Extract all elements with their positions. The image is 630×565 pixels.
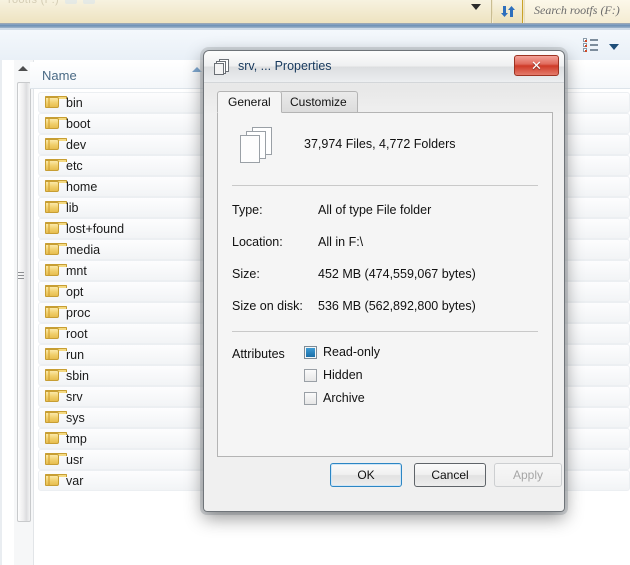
list-item-label: proc xyxy=(66,306,90,320)
multiple-files-icon xyxy=(214,59,230,75)
list-view-icon[interactable] xyxy=(583,38,599,53)
list-item-label: tmp xyxy=(66,432,87,446)
close-button[interactable]: ✕ xyxy=(514,55,559,76)
column-header-label: Name xyxy=(42,68,77,83)
window-left-gutter xyxy=(0,60,14,565)
properties-dialog: srv, ... Properties ✕ General Customize … xyxy=(203,50,565,512)
list-item-label: bin xyxy=(66,96,83,110)
folder-icon xyxy=(45,180,59,193)
cancel-button[interactable]: Cancel xyxy=(414,463,486,487)
search-input[interactable]: Search rootfs (F:) xyxy=(524,0,630,23)
address-bar-text: rootfs (F:) xyxy=(8,0,98,6)
folder-icon xyxy=(45,117,59,130)
folder-icon xyxy=(45,348,59,361)
general-tab-panel: 37,974 Files, 4,772 Folders Type: All of… xyxy=(217,112,553,457)
divider-bottom xyxy=(232,331,538,332)
folder-icon xyxy=(45,96,59,109)
dialog-title: srv, ... Properties xyxy=(238,59,332,73)
list-item-label: srv xyxy=(66,390,83,404)
folder-icon xyxy=(45,474,59,487)
list-item-label: media xyxy=(66,243,100,257)
list-item-label: run xyxy=(66,348,84,362)
summary-section: 37,974 Files, 4,772 Folders xyxy=(232,123,538,177)
list-item-label: usr xyxy=(66,453,83,467)
list-item-label: etc xyxy=(66,159,83,173)
list-item-label: home xyxy=(66,180,97,194)
attributes-label: Attributes xyxy=(232,347,285,361)
tab-general[interactable]: General xyxy=(217,91,282,113)
sort-ascending-icon xyxy=(192,67,202,72)
list-item-label: dev xyxy=(66,138,86,152)
scroll-up-arrow-icon[interactable] xyxy=(18,66,28,71)
folder-icon xyxy=(45,432,59,445)
dialog-tabs: General Customize xyxy=(217,91,553,113)
folder-icon xyxy=(45,264,59,277)
folder-icon xyxy=(45,201,59,214)
folder-icon xyxy=(45,159,59,172)
refresh-button[interactable] xyxy=(493,0,523,23)
property-key: Size: xyxy=(232,267,260,281)
address-bar-strip: rootfs (F:) Search rootfs (F:) xyxy=(0,0,630,24)
window-left-border xyxy=(0,60,2,565)
folder-icon xyxy=(45,327,59,340)
folder-icon xyxy=(45,306,59,319)
list-item-label: mnt xyxy=(66,264,87,278)
folder-icon xyxy=(45,243,59,256)
file-folder-count: 37,974 Files, 4,772 Folders xyxy=(304,137,455,151)
checkbox-indicator[interactable] xyxy=(304,346,317,359)
list-item-label: boot xyxy=(66,117,90,131)
view-options-chevron-down-icon[interactable] xyxy=(609,44,619,50)
search-placeholder: Search rootfs (F:) xyxy=(534,3,620,18)
checkbox-indicator[interactable] xyxy=(304,392,317,405)
tab-customize[interactable]: Customize xyxy=(279,91,358,113)
apply-button: Apply xyxy=(494,463,562,487)
scrollbar-thumb[interactable] xyxy=(17,82,31,522)
folder-icon xyxy=(45,453,59,466)
property-value: All of type File folder xyxy=(318,203,431,217)
property-value: 452 MB (474,559,067 bytes) xyxy=(318,267,476,281)
checkbox-label: Hidden xyxy=(323,368,363,382)
list-item-label: lib xyxy=(66,201,79,215)
property-key: Type: xyxy=(232,203,263,217)
checkbox-indicator[interactable] xyxy=(304,369,317,382)
folder-icon xyxy=(45,285,59,298)
folder-icon xyxy=(45,390,59,403)
list-item-label: var xyxy=(66,474,83,488)
multiple-files-icon xyxy=(240,127,274,165)
property-key: Size on disk: xyxy=(232,299,303,313)
folder-icon xyxy=(45,369,59,382)
property-key: Location: xyxy=(232,235,283,249)
list-item-label: opt xyxy=(66,285,83,299)
folder-icon xyxy=(45,222,59,235)
checkbox-label: Archive xyxy=(323,391,365,405)
ok-button[interactable]: OK xyxy=(330,463,402,487)
chevron-down-icon[interactable] xyxy=(471,4,481,10)
address-bar[interactable]: rootfs (F:) xyxy=(0,0,492,23)
list-item-label: sys xyxy=(66,411,85,425)
list-item-label: root xyxy=(66,327,88,341)
refresh-icon xyxy=(500,4,516,19)
property-value: All in F:\ xyxy=(318,235,363,249)
list-item-label: lost+found xyxy=(66,222,124,236)
scrollbar-grip-icon xyxy=(18,272,24,279)
folder-icon xyxy=(45,138,59,151)
list-item-label: sbin xyxy=(66,369,89,383)
vertical-scrollbar[interactable] xyxy=(14,60,34,565)
close-icon: ✕ xyxy=(515,56,558,75)
dialog-titlebar[interactable]: srv, ... Properties ✕ xyxy=(204,51,564,83)
property-value: 536 MB (562,892,800 bytes) xyxy=(318,299,476,313)
divider-top xyxy=(232,185,538,186)
dialog-button-row: OK Cancel Apply xyxy=(204,463,564,493)
folder-icon xyxy=(45,411,59,424)
checkbox-label: Read-only xyxy=(323,345,380,359)
